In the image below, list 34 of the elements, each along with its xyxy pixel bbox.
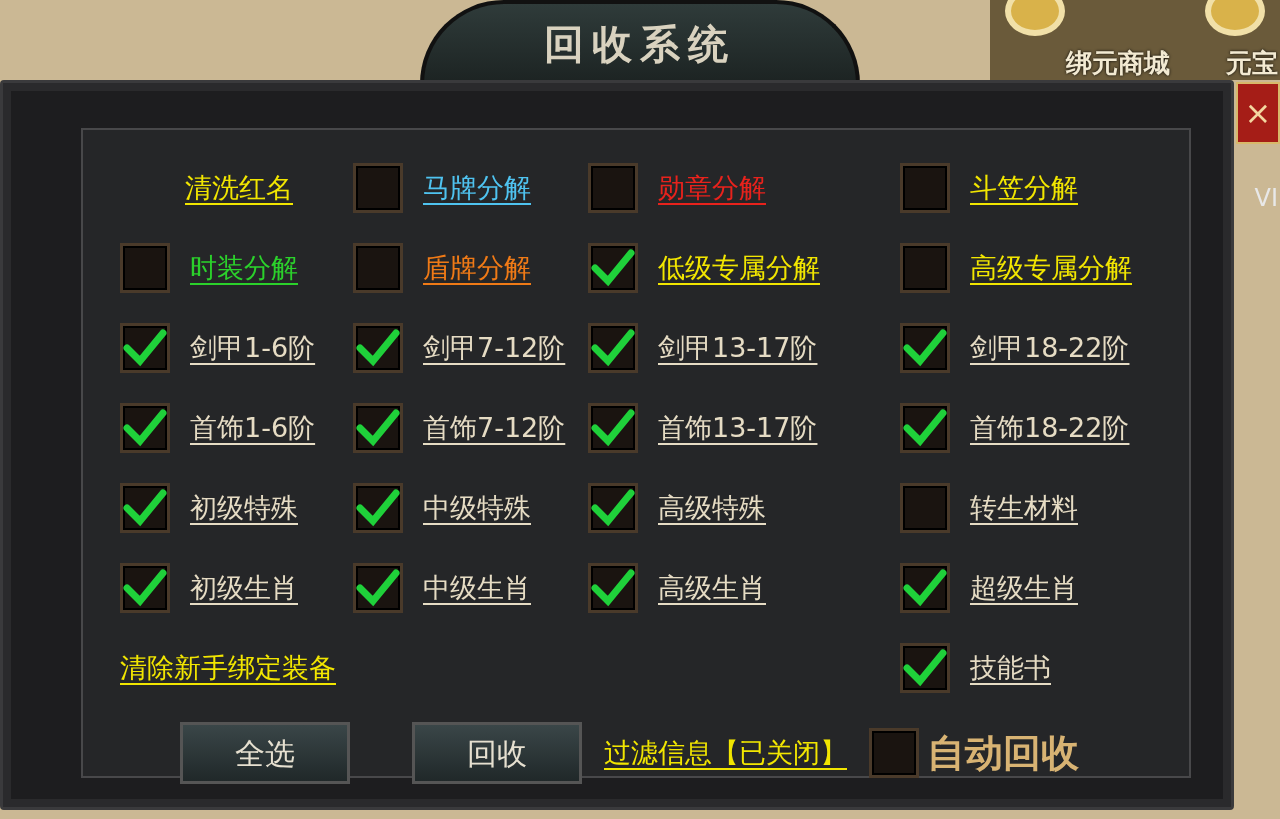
option-label[interactable]: 盾牌分解 [423,247,531,289]
option-label[interactable]: 剑甲7-12阶 [423,327,566,369]
shop-label: 绑元商城 [1066,47,1170,80]
option-label[interactable]: 首饰13-17阶 [658,407,818,449]
option-label[interactable]: 剑甲1-6阶 [190,327,316,369]
option-label[interactable]: 初级特殊 [190,487,298,529]
close-button[interactable]: × [1236,82,1280,144]
option-label[interactable]: 中级特殊 [423,487,531,529]
option-label[interactable]: 剑甲18-22阶 [970,327,1130,369]
action-link[interactable]: 清除新手绑定装备 [120,647,336,689]
option-label[interactable]: 高级特殊 [658,487,766,529]
option-label[interactable]: 斗笠分解 [970,167,1078,209]
shop-label: 元宝 [1226,47,1278,80]
option-label[interactable]: 首饰18-22阶 [970,407,1130,449]
filter-link[interactable]: 过滤信息【已关闭】 [604,732,847,774]
window-title: 回收系统 [544,19,736,69]
side-label: VI [1254,183,1278,214]
option-label[interactable]: 技能书 [970,647,1051,689]
option-label[interactable]: 超级生肖 [970,567,1078,609]
option-label[interactable]: 高级专属分解 [970,247,1132,289]
option-label[interactable]: 高级生肖 [658,567,766,609]
action-button[interactable]: 回收 [412,722,582,784]
option-label[interactable]: 马牌分解 [423,167,531,209]
action-link[interactable]: 清洗红名 [185,167,293,209]
option-label[interactable]: 剑甲13-17阶 [658,327,818,369]
option-label[interactable]: 时装分解 [190,247,298,289]
option-label[interactable]: 首饰7-12阶 [423,407,566,449]
auto-recycle-label: 自动回收 [927,729,1079,777]
option-label[interactable]: 首饰1-6阶 [190,407,316,449]
action-button[interactable]: 全选 [180,722,350,784]
option-label[interactable]: 初级生肖 [190,567,298,609]
option-label[interactable]: 转生材料 [970,487,1078,529]
option-label[interactable]: 中级生肖 [423,567,531,609]
option-label[interactable]: 低级专属分解 [658,247,820,289]
